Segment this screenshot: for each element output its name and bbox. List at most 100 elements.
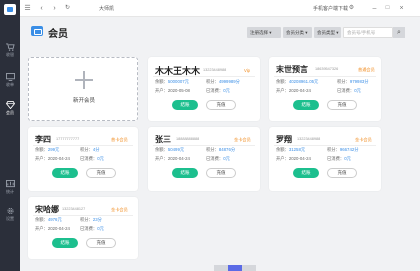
sidebar-item-stats[interactable]: 统计: [0, 178, 20, 200]
recharge-button[interactable]: 充值: [206, 100, 236, 110]
page-title: 会员: [48, 29, 68, 40]
sidebar-item-label: 统计: [6, 189, 14, 194]
sidebar-item-label: 设置: [6, 216, 14, 221]
back-arrow-icon[interactable]: ‹: [37, 4, 46, 13]
maximize-icon[interactable]: □: [383, 4, 392, 13]
consumed-row: 已消费：0元: [206, 156, 230, 161]
sidebar-item-orders[interactable]: 收单: [0, 71, 20, 93]
menu-icon[interactable]: ☰: [23, 4, 32, 13]
points-row: 积分：966742分: [327, 147, 359, 152]
member-phone: 13223448127: [62, 207, 86, 211]
points-row: 积分：4999989分: [206, 79, 240, 84]
pager-next-button[interactable]: [242, 265, 256, 271]
points-row: 积分：4分: [80, 147, 100, 152]
add-member-card[interactable]: 新开会员: [28, 57, 138, 121]
forward-arrow-icon[interactable]: ›: [50, 4, 59, 13]
sidebar-item-settings[interactable]: 设置: [0, 205, 20, 227]
gear-icon: [6, 207, 14, 215]
add-member-label: 新开会员: [72, 98, 95, 104]
points-row: 积分：979983分: [337, 79, 369, 84]
sidebar-item-cashier[interactable]: 收银: [0, 41, 20, 63]
balance-row: 余额：4976元: [35, 217, 62, 222]
member-level: 金卡会员: [234, 137, 251, 142]
consumed-row: 已消费：0元: [80, 226, 104, 231]
page-header: 会员 注册选择 ▾ 会员分类 ▾ 会员类型 ▾ 会员号/手机号 ⌕: [20, 17, 420, 47]
member-card[interactable]: 宋哈娜 13223448127 金卡会员 余额：4976元 积分：23分 开户：…: [28, 197, 138, 259]
mobile-download-link[interactable]: 手机客户端下载: [313, 5, 348, 12]
member-level: Vip: [244, 68, 250, 73]
top-bar: ☰ ‹ › ↻ 大师凯 手机客户端下载 ⚙ – □ ×: [20, 0, 420, 17]
settle-button[interactable]: 结账: [293, 168, 319, 178]
settings-icon[interactable]: ⚙: [347, 4, 356, 13]
sidebar-item-members[interactable]: 会员: [0, 99, 20, 121]
open-date-row: 开户：2020-04-24: [276, 88, 311, 93]
settle-button[interactable]: 结账: [52, 238, 78, 248]
member-phone: 17777777777: [56, 137, 80, 141]
close-icon[interactable]: ×: [397, 4, 406, 13]
member-phone: 18639547326: [315, 67, 339, 71]
sidebar-item-label: 收银: [6, 52, 14, 57]
balance-row: 余额：5000007元: [155, 79, 189, 84]
sidebar: 收银 收单 会员 统计 设置: [0, 0, 20, 271]
member-category-select[interactable]: 会员分类 ▾: [283, 27, 312, 38]
settle-button[interactable]: 结账: [172, 100, 198, 110]
member-name: 李四: [35, 135, 51, 144]
member-card[interactable]: 末世预言 18639547326 普通会员 余额：40208961.05元 积分…: [269, 57, 381, 121]
consumed-row: 已消费：0元: [206, 88, 230, 93]
divider: [153, 76, 255, 77]
consumed-row: 已消费：0元: [337, 88, 361, 93]
open-date-row: 开户：2020-04-24: [276, 156, 311, 161]
member-level: 普通会员: [358, 67, 375, 72]
member-name: 宋哈娜: [35, 205, 59, 214]
pager-prev-button[interactable]: [214, 265, 228, 271]
recharge-button[interactable]: 充值: [327, 168, 357, 178]
cart-icon: [5, 43, 15, 51]
points-row: 积分：84876分: [206, 147, 236, 152]
balance-row: 余额：40208961.05元: [276, 79, 319, 84]
balance-row: 余额：31258元: [276, 147, 306, 152]
member-card-icon: [31, 26, 43, 36]
register-filter-select[interactable]: 注册选择 ▾: [247, 27, 281, 38]
open-date-row: 开户：2020-05-08: [155, 88, 190, 93]
search-input[interactable]: 会员号/手机号: [343, 27, 393, 38]
divider: [33, 215, 133, 216]
consumed-row: 已消费：0元: [80, 156, 104, 161]
shop-name: 大师凯: [99, 6, 115, 12]
settle-button[interactable]: 结账: [293, 100, 319, 110]
consumed-row: 已消费：0元: [327, 156, 351, 161]
refresh-icon[interactable]: ↻: [63, 4, 72, 13]
member-phone: 13223448988: [203, 68, 227, 72]
balance-row: 余额：50499元: [155, 147, 185, 152]
sidebar-item-label: 会员: [6, 110, 14, 115]
divider: [153, 145, 255, 146]
minimize-icon[interactable]: –: [370, 4, 379, 13]
recharge-button[interactable]: 充值: [86, 238, 116, 248]
recharge-button[interactable]: 充值: [206, 168, 236, 178]
member-card[interactable]: 罗翔 13223448988 金卡会员 余额：31258元 积分：966742分…: [269, 127, 381, 191]
diamond-icon: [5, 101, 15, 109]
member-phone: 18888888888: [176, 137, 200, 141]
search-icon[interactable]: ⌕: [393, 27, 405, 38]
member-name: 罗翔: [276, 135, 292, 144]
open-date-row: 开户：2020-04-24: [155, 156, 190, 161]
member-card[interactable]: 张三 18888888888 金卡会员 余额：50499元 积分：84876分 …: [148, 127, 260, 191]
app-logo: [4, 4, 16, 15]
pager-current-page[interactable]: [228, 265, 242, 271]
member-name: 张三: [155, 135, 171, 144]
member-level: 普卡会员: [111, 137, 128, 142]
open-date-row: 开户：2020-04-24: [35, 156, 70, 161]
recharge-button[interactable]: 充值: [327, 100, 357, 110]
settle-button[interactable]: 结账: [172, 168, 198, 178]
plus-icon: [75, 71, 93, 89]
divider: [33, 145, 133, 146]
member-level: 金卡会员: [111, 207, 128, 212]
member-phone: 13223448988: [297, 137, 321, 141]
member-card[interactable]: 木木王木木 13223448988 Vip 余额：5000007元 积分：499…: [148, 57, 260, 121]
settle-button[interactable]: 结账: [52, 168, 78, 178]
recharge-button[interactable]: 充值: [86, 168, 116, 178]
chart-icon: [5, 180, 15, 188]
member-type-select[interactable]: 会员类型 ▾: [314, 27, 341, 38]
divider: [274, 76, 376, 77]
member-level: 金卡会员: [355, 137, 372, 142]
member-card[interactable]: 李四 17777777777 普卡会员 余额：299元 积分：4分 开户：202…: [28, 127, 138, 191]
